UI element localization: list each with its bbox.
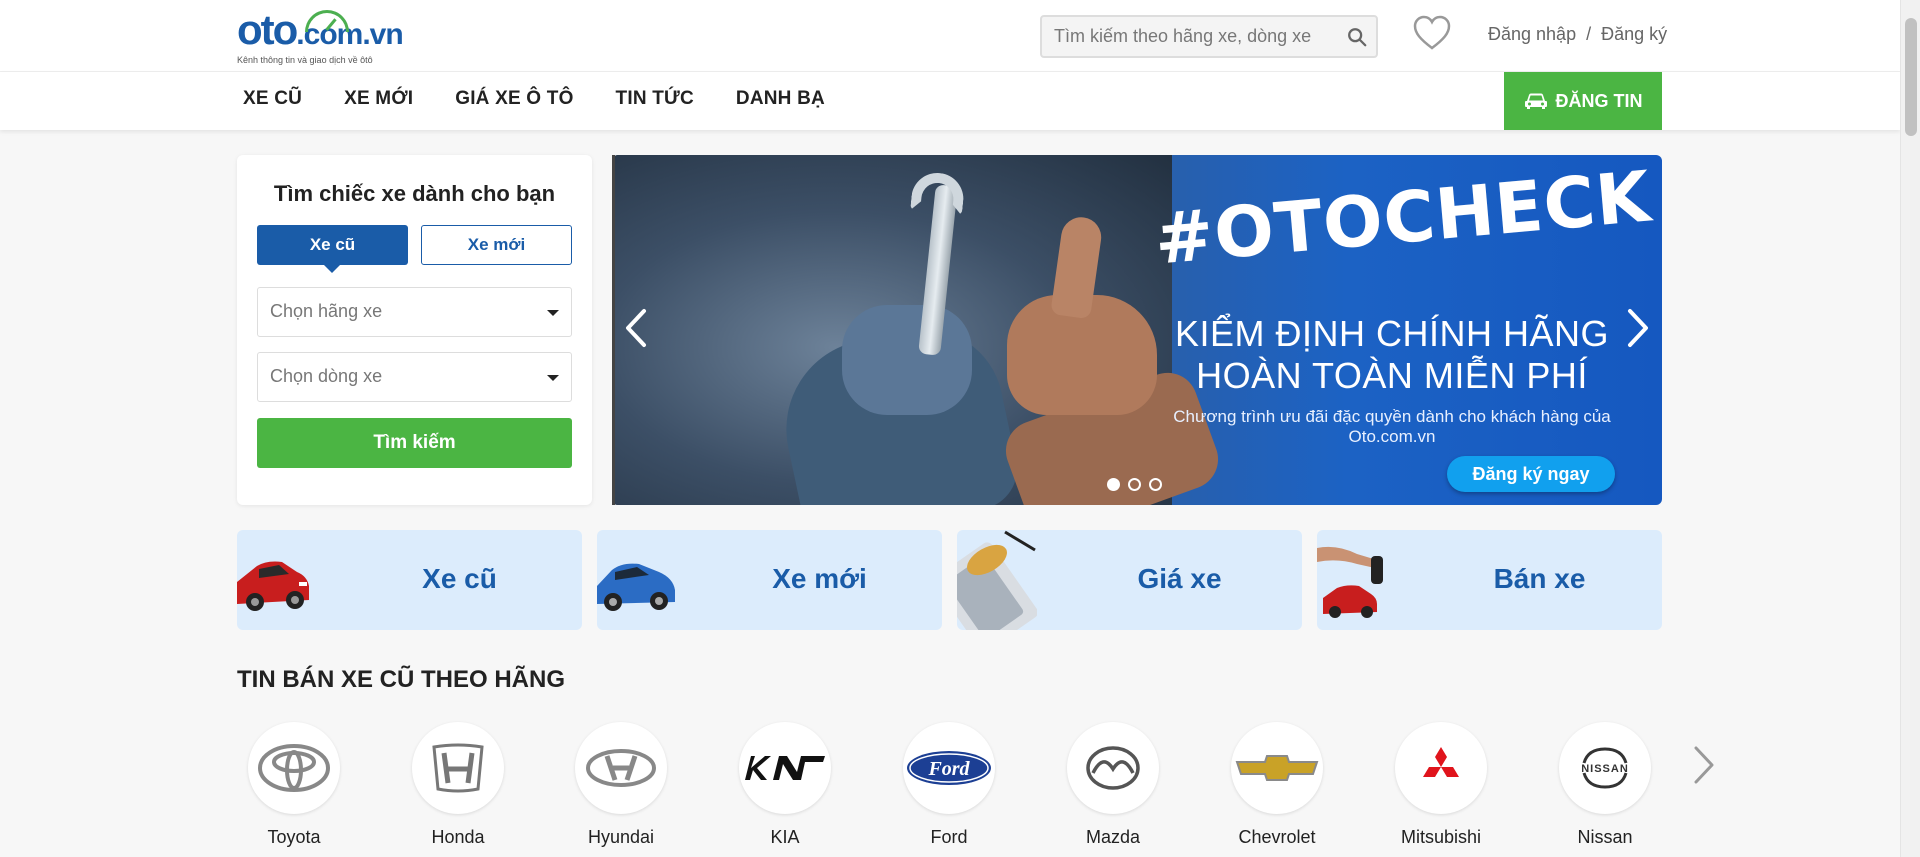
category-used-cars[interactable]: Xe cũ <box>237 530 582 630</box>
brand-name: Ford <box>930 827 968 847</box>
svg-text:Ford: Ford <box>927 758 970 780</box>
brand-item-honda[interactable]: Honda <box>410 722 506 848</box>
auth-separator: / <box>1586 24 1592 44</box>
brand-item-ford[interactable]: Ford Ford <box>901 722 997 848</box>
car-search-panel: Tìm chiếc xe dành cho bạn Xe cũ Xe mới C… <box>237 155 592 505</box>
banner-title: #OTOCHECK <box>1151 155 1655 281</box>
carousel-dots <box>1107 478 1162 491</box>
site-logo[interactable]: oto.com.vn Kênh thông tin và giao dịch v… <box>237 9 404 66</box>
heart-icon[interactable] <box>1412 14 1452 52</box>
panel-title: Tìm chiếc xe dành cho bạn <box>273 181 556 206</box>
mitsubishi-logo-icon <box>1423 747 1459 777</box>
car-icon <box>1524 93 1547 109</box>
nav-used-cars[interactable]: XE CŨ <box>243 88 302 110</box>
brand-name: Toyota <box>267 827 321 847</box>
header-search <box>1040 15 1378 58</box>
red-car-icon <box>237 561 309 611</box>
search-icon[interactable] <box>1346 26 1368 48</box>
brand-item-hyundai[interactable]: Hyundai <box>573 722 669 848</box>
logo-tagline: Kênh thông tin và giao dịch về ôtô <box>237 55 373 65</box>
carousel-dot[interactable] <box>1128 478 1141 491</box>
category-new-cars[interactable]: Xe mới <box>597 530 942 630</box>
brand-name: Nissan <box>1577 827 1633 847</box>
brand-select-value: Chọn hãng xe <box>270 301 383 321</box>
nav-directory[interactable]: DANH BẠ <box>736 88 825 110</box>
blue-car-icon <box>597 563 675 611</box>
post-listing-button[interactable]: ĐĂNG TIN <box>1504 72 1662 130</box>
chevron-right-icon[interactable] <box>1622 303 1652 353</box>
brand-name: Honda <box>431 827 485 847</box>
banner-subtitle: Chương trình ưu đãi đặc quyền dành cho k… <box>1173 407 1611 446</box>
top-header: oto.com.vn Kênh thông tin và giao dịch v… <box>0 0 1900 72</box>
carousel-dot[interactable] <box>1107 478 1120 491</box>
carousel-dot[interactable] <box>1149 478 1162 491</box>
category-label: Bán xe <box>1493 563 1586 594</box>
promo-banner[interactable]: #OTOCHECK KIỂM ĐỊNH CHÍNH HÃNG HOÀN TOÀN… <box>612 155 1662 505</box>
logo-text: oto <box>237 6 298 53</box>
scrollbar-thumb[interactable] <box>1905 18 1917 136</box>
category-label: Xe mới <box>772 563 867 594</box>
search-input[interactable] <box>1054 17 1334 56</box>
brand-name: KIA <box>770 827 800 847</box>
banner-headline-2: HOÀN TOÀN MIỄN PHÍ <box>1196 355 1588 396</box>
tab-new-cars[interactable]: Xe mới <box>421 225 572 265</box>
nav-news[interactable]: TIN TỨC <box>616 88 694 110</box>
chevron-left-icon[interactable] <box>622 303 652 353</box>
post-listing-label: ĐĂNG TIN <box>1555 90 1643 111</box>
key-car-icon <box>1317 546 1383 618</box>
hyundai-logo-icon <box>586 749 656 787</box>
brand-item-chevrolet[interactable]: Chevrolet <box>1229 722 1325 848</box>
honda-logo-icon <box>432 743 484 793</box>
mazda-logo-icon <box>1086 746 1140 790</box>
ford-logo-icon: Ford <box>907 751 991 785</box>
brand-name: Hyundai <box>587 827 655 847</box>
kia-logo-icon <box>745 756 825 780</box>
brand-item-nissan[interactable]: NISSAN Nissan <box>1557 722 1653 848</box>
search-button[interactable]: Tìm kiếm <box>257 418 572 468</box>
nav-new-cars[interactable]: XE MỚI <box>344 88 413 110</box>
brand-item-mazda[interactable]: Mazda <box>1065 722 1161 848</box>
brand-name: Chevrolet <box>1238 827 1316 847</box>
caret-down-icon <box>547 375 559 381</box>
toyota-logo-icon <box>258 744 330 792</box>
model-select[interactable]: Chọn dòng xe <box>257 352 572 402</box>
register-now-button[interactable]: Đăng ký ngay <box>1447 456 1615 492</box>
model-select-value: Chọn dòng xe <box>270 366 383 386</box>
category-car-prices[interactable]: Giá xe <box>957 530 1302 630</box>
chevron-right-icon[interactable] <box>1690 740 1716 790</box>
banner-headline-1: KIỂM ĐỊNH CHÍNH HÃNG <box>1174 313 1610 354</box>
category-label: Xe cũ <box>422 563 497 594</box>
brand-select[interactable]: Chọn hãng xe <box>257 287 572 337</box>
banner-photo <box>612 155 1227 505</box>
tab-used-cars[interactable]: Xe cũ <box>257 225 408 273</box>
brand-item-toyota[interactable]: Toyota <box>246 722 342 848</box>
brand-item-mitsubishi[interactable]: Mitsubishi <box>1393 722 1489 848</box>
nissan-logo-icon: NISSAN <box>1581 747 1629 789</box>
chevrolet-logo-icon <box>1235 755 1319 781</box>
category-sell-car[interactable]: Bán xe <box>1317 530 1662 630</box>
auth-links: Đăng nhập / Đăng ký <box>1488 24 1667 45</box>
login-link[interactable]: Đăng nhập <box>1488 24 1576 44</box>
page-scrollbar[interactable] <box>1900 0 1920 857</box>
register-link[interactable]: Đăng ký <box>1601 24 1667 44</box>
brand-name: Mazda <box>1085 827 1141 847</box>
svg-text:NISSAN: NISSAN <box>1581 763 1629 775</box>
nav-car-prices[interactable]: GIÁ XE Ô TÔ <box>455 88 573 110</box>
main-nav: XE CŨ XE MỚI GIÁ XE Ô TÔ TIN TỨC DANH BẠ… <box>0 72 1900 130</box>
caret-down-icon <box>547 310 559 316</box>
calculator-car-icon <box>957 530 1037 630</box>
brands-section-title: TIN BÁN XE CŨ THEO HÃNG <box>237 666 566 693</box>
brand-name: Mitsubishi <box>1400 827 1482 847</box>
category-label: Giá xe <box>1137 563 1222 594</box>
brand-item-kia[interactable]: KIA <box>737 722 833 848</box>
